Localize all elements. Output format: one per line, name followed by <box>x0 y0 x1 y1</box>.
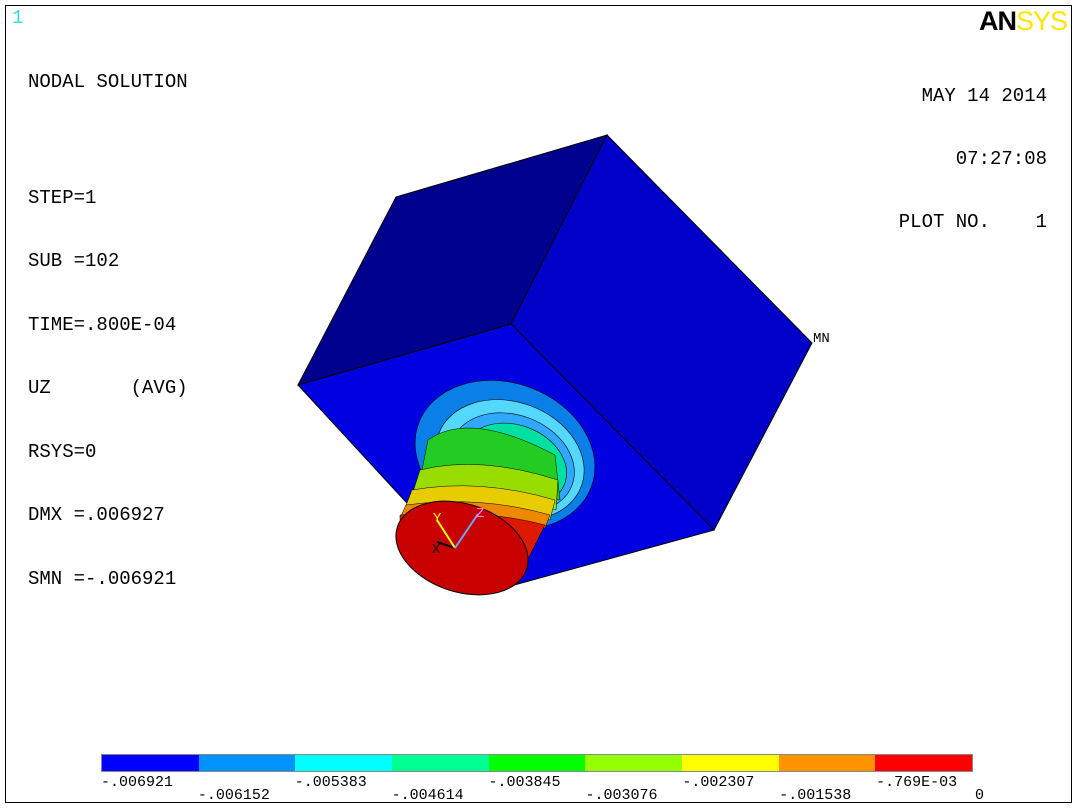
model-viewport[interactable]: X Y Z MN <box>0 0 1077 750</box>
legend-band-0 <box>102 755 199 771</box>
triad-x-label: X <box>432 542 441 558</box>
legend-tick-lower: -.006152 <box>197 787 270 804</box>
legend-band-1 <box>198 755 296 771</box>
legend-tick-lower: 0 <box>975 787 985 804</box>
triad-y-label: Y <box>433 511 442 527</box>
legend-band-5 <box>585 755 683 771</box>
legend-band-4 <box>488 755 586 771</box>
contour-legend-bar <box>101 754 973 772</box>
legend-band-6 <box>682 755 779 771</box>
min-marker-label: MN <box>813 331 830 347</box>
legend-tick-upper: -.003845 <box>488 774 561 791</box>
legend-tick-upper: -.006921 <box>101 774 174 791</box>
legend-band-7 <box>778 755 876 771</box>
legend-band-2 <box>295 755 393 771</box>
triad-z-label: Z <box>476 506 484 522</box>
legend-band-8 <box>875 755 973 771</box>
legend-tick-upper: -.769E-03 <box>876 774 958 791</box>
legend-tick-lower: -.001538 <box>779 787 852 804</box>
legend-tick-lower: -.004614 <box>391 787 464 804</box>
legend-tick-lower: -.003076 <box>585 787 658 804</box>
legend-tick-upper: -.002307 <box>682 774 755 791</box>
legend-band-3 <box>392 755 489 771</box>
legend-tick-upper: -.005383 <box>294 774 367 791</box>
